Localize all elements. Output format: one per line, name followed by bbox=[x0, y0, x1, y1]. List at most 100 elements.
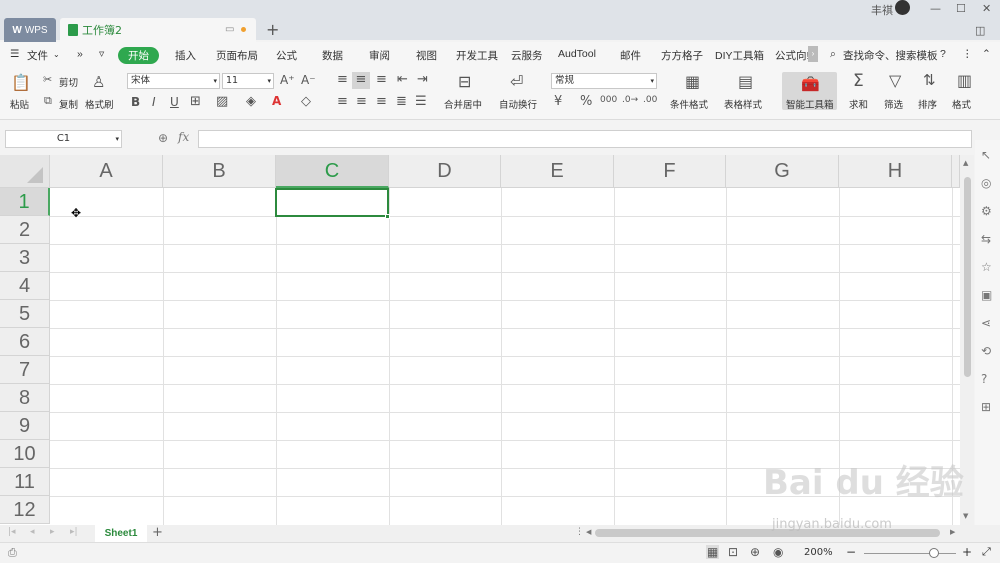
paste-icon[interactable]: 📋 bbox=[11, 73, 31, 92]
shapes-icon[interactable]: ◎ bbox=[981, 176, 991, 190]
column-header-f[interactable]: F bbox=[614, 155, 726, 188]
history-icon[interactable]: ⟲ bbox=[981, 344, 991, 358]
apps-grid-icon[interactable]: ⊞ bbox=[981, 400, 991, 414]
name-box[interactable]: C1 ▾ bbox=[5, 130, 122, 148]
align-center-icon[interactable]: ≡ bbox=[356, 94, 367, 109]
tab-insert[interactable]: 插入 bbox=[175, 48, 196, 63]
help-icon[interactable]: ? bbox=[940, 48, 946, 60]
macro-record-icon[interactable]: ⎙ bbox=[8, 546, 17, 560]
scroll-down-icon[interactable]: ▼ bbox=[963, 512, 968, 520]
font-name-select[interactable]: 宋体 ▾ bbox=[127, 73, 220, 89]
more-options-icon[interactable]: ⋮ bbox=[962, 48, 973, 60]
select-all-corner[interactable] bbox=[0, 155, 50, 188]
properties-icon[interactable]: ⚙ bbox=[981, 204, 992, 218]
undo-redo-icon[interactable]: ▿ bbox=[99, 48, 104, 60]
menu-file[interactable]: 文件 bbox=[27, 48, 48, 63]
sheet-tab-sheet1[interactable]: Sheet1 bbox=[95, 525, 147, 542]
sidebar-toggle-icon[interactable]: ◫ bbox=[975, 24, 985, 37]
sort-button[interactable]: 排序 bbox=[918, 97, 937, 111]
new-tab-button[interactable]: + bbox=[266, 20, 279, 39]
scroll-left-icon[interactable]: ◀ bbox=[586, 528, 591, 536]
sum-icon[interactable]: Σ bbox=[853, 71, 864, 91]
tab-formula-wizard[interactable]: 公式向! bbox=[775, 48, 809, 63]
prev-sheet-icon[interactable]: ◂ bbox=[30, 527, 35, 537]
indent-icon[interactable]: ⇥ bbox=[417, 72, 428, 87]
page-layout-view-icon[interactable]: ⊕ bbox=[750, 545, 760, 559]
chevron-down-icon[interactable]: ⌄ bbox=[53, 50, 60, 59]
search-icon[interactable]: ⌕ bbox=[830, 48, 836, 61]
smart-toolbox-button[interactable]: 🧰 智能工具箱 bbox=[782, 72, 837, 111]
number-format-select[interactable]: 常规 ▾ bbox=[551, 73, 657, 89]
tab-view[interactable]: 视图 bbox=[416, 48, 437, 63]
hamburger-icon[interactable]: ☰ bbox=[10, 48, 19, 60]
format-painter-button[interactable]: 格式刷 bbox=[85, 97, 114, 111]
zoom-level[interactable]: 200% bbox=[804, 547, 833, 558]
wrap-text-button[interactable]: 自动换行 bbox=[499, 97, 537, 111]
tab-formulas[interactable]: 公式 bbox=[276, 48, 297, 63]
tab-developer[interactable]: 开发工具 bbox=[456, 48, 498, 63]
page-break-view-icon[interactable]: ⊡ bbox=[728, 545, 738, 559]
align-right-icon[interactable]: ≡ bbox=[376, 94, 387, 109]
decrease-font-icon[interactable]: A⁻ bbox=[301, 73, 316, 87]
row-header-9[interactable]: 9 bbox=[0, 412, 50, 440]
tab-workbook[interactable]: 工作簿2 ▭ bbox=[60, 18, 256, 42]
minimize-icon[interactable]: — bbox=[930, 2, 941, 15]
row-header-10[interactable]: 10 bbox=[0, 440, 50, 468]
fill-pattern-icon[interactable]: ▨ bbox=[216, 94, 228, 109]
tab-mail[interactable]: 邮件 bbox=[620, 48, 641, 63]
menu-scroll-right-icon[interactable]: › bbox=[808, 46, 818, 62]
fill-handle[interactable] bbox=[385, 214, 390, 219]
increase-font-icon[interactable]: A⁺ bbox=[280, 73, 295, 87]
merge-center-icon[interactable]: ⊟ bbox=[458, 72, 471, 91]
tab-page-layout[interactable]: 页面布局 bbox=[216, 48, 258, 63]
maximize-icon[interactable]: ☐ bbox=[956, 2, 966, 15]
column-header-h[interactable]: H bbox=[839, 155, 952, 188]
row-header-6[interactable]: 6 bbox=[0, 328, 50, 356]
distributed-icon[interactable]: ☰ bbox=[415, 94, 427, 109]
wrap-text-icon[interactable]: ⏎ bbox=[510, 72, 523, 91]
fill-color-icon[interactable]: ◈ bbox=[246, 94, 256, 109]
zoom-slider-handle[interactable] bbox=[929, 548, 939, 558]
formula-input[interactable] bbox=[198, 130, 972, 148]
fullscreen-icon[interactable]: ⤢ bbox=[982, 545, 991, 559]
italic-icon[interactable]: I bbox=[152, 95, 156, 109]
table-style-button[interactable]: 表格样式 bbox=[724, 97, 762, 111]
star-icon[interactable]: ☆ bbox=[981, 260, 992, 274]
row-header-2[interactable]: 2 bbox=[0, 216, 50, 244]
wps-home-tab[interactable]: W WPS bbox=[4, 18, 56, 42]
format-button[interactable]: 格式 bbox=[952, 97, 971, 111]
percent-icon[interactable]: % bbox=[580, 94, 592, 109]
merge-center-button[interactable]: 合并居中 bbox=[444, 97, 482, 111]
zoom-out-icon[interactable]: − bbox=[846, 545, 856, 559]
column-header-c[interactable]: C bbox=[276, 155, 389, 188]
thousands-icon[interactable]: 000 bbox=[600, 95, 617, 105]
align-top-icon[interactable]: ≡ bbox=[337, 72, 348, 87]
help-circle-icon[interactable]: ? bbox=[981, 372, 987, 386]
paste-button[interactable]: 粘贴 bbox=[10, 97, 29, 111]
align-left-icon[interactable]: ≡ bbox=[337, 94, 348, 109]
scroll-up-icon[interactable]: ▲ bbox=[963, 159, 968, 167]
format-icon[interactable]: ▥ bbox=[957, 71, 972, 90]
zoom-formula-icon[interactable]: ⊕ bbox=[158, 131, 168, 145]
filter-button[interactable]: 筛选 bbox=[884, 97, 903, 111]
zoom-in-icon[interactable]: + bbox=[962, 545, 972, 559]
more-arrows-icon[interactable]: » bbox=[77, 48, 83, 60]
currency-icon[interactable]: ¥ bbox=[554, 94, 562, 109]
column-header-d[interactable]: D bbox=[389, 155, 501, 188]
transform-icon[interactable]: ⇆ bbox=[981, 232, 991, 246]
row-header-3[interactable]: 3 bbox=[0, 244, 50, 272]
column-header-e[interactable]: E bbox=[501, 155, 614, 188]
filter-icon[interactable]: ▽ bbox=[889, 71, 901, 90]
outdent-icon[interactable]: ⇤ bbox=[397, 72, 408, 87]
tab-data[interactable]: 数据 bbox=[322, 48, 343, 63]
fx-icon[interactable]: fx bbox=[178, 130, 189, 144]
active-cell-c1[interactable] bbox=[275, 188, 389, 217]
clear-icon[interactable]: ◇ bbox=[301, 94, 311, 109]
table-style-icon[interactable]: ▤ bbox=[738, 72, 753, 91]
cut-button[interactable]: 剪切 bbox=[59, 75, 78, 89]
increase-decimal-icon[interactable]: .0→ bbox=[622, 95, 638, 105]
select-pointer-icon[interactable]: ↖ bbox=[981, 148, 991, 162]
row-header-11[interactable]: 11 bbox=[0, 468, 50, 496]
last-sheet-icon[interactable]: ▸| bbox=[70, 527, 78, 537]
vertical-scroll-thumb[interactable] bbox=[964, 177, 971, 377]
